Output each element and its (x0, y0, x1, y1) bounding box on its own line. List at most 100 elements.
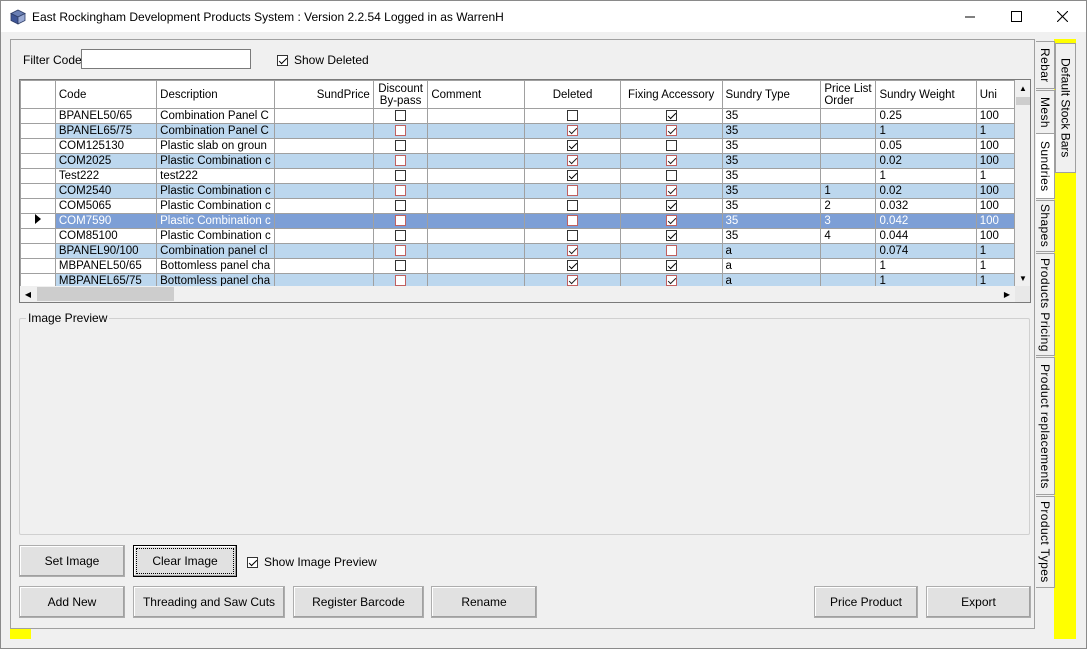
tab-default-stock-bars[interactable]: Default Stock Bars (1055, 43, 1076, 173)
row-header[interactable] (20, 273, 56, 286)
cell-unit[interactable]: 1 (975, 123, 1015, 139)
cell-deleted-checkbox[interactable] (567, 200, 579, 212)
cell-sundry-weight[interactable]: 0.032 (875, 198, 977, 214)
cell-deleted[interactable] (524, 183, 621, 199)
cell-discount-bypass[interactable] (372, 123, 429, 139)
table-row[interactable]: BPANEL50/65 Combination Panel C 35 0.25 100 (20, 108, 1015, 124)
cell-comment[interactable] (427, 153, 526, 169)
cell-discount-bypass-checkbox[interactable] (395, 275, 407, 286)
show-deleted-check-icon[interactable] (277, 54, 288, 66)
row-header[interactable] (20, 153, 56, 169)
cell-unit[interactable]: 100 (975, 108, 1015, 124)
cell-sundry-type[interactable]: 35 (721, 183, 822, 199)
cell-fixing-accessory[interactable] (619, 108, 723, 124)
set-image-button[interactable]: Set Image (19, 545, 125, 577)
cell-fixing-accessory[interactable] (619, 198, 723, 214)
cell-unit[interactable]: 100 (975, 138, 1015, 154)
column-header-comment[interactable]: Comment (427, 80, 526, 109)
cell-discount-bypass[interactable] (372, 273, 429, 286)
cell-description[interactable]: Plastic Combination c (156, 183, 275, 199)
cell-fixing-accessory[interactable] (619, 153, 723, 169)
cell-unit[interactable]: 1 (975, 243, 1015, 259)
cell-discount-bypass-checkbox[interactable] (395, 260, 407, 272)
cell-price-list-order[interactable]: 4 (820, 228, 877, 244)
cell-sundry-weight[interactable]: 1 (875, 168, 977, 184)
cell-deleted[interactable] (524, 258, 621, 274)
scroll-left-icon[interactable]: ◀ (20, 286, 36, 302)
cell-discount-bypass-checkbox[interactable] (395, 185, 407, 197)
row-header[interactable] (20, 213, 56, 229)
minimize-button[interactable] (947, 1, 993, 32)
cell-description[interactable]: Bottomless panel cha (156, 273, 275, 286)
cell-fixing-accessory[interactable] (619, 243, 723, 259)
cell-discount-bypass[interactable] (372, 108, 429, 124)
cell-discount-bypass[interactable] (372, 183, 429, 199)
cell-price-list-order[interactable] (820, 243, 877, 259)
show-image-preview-checkbox[interactable]: Show Image Preview (247, 555, 377, 569)
cell-discount-bypass-checkbox[interactable] (395, 140, 407, 152)
cell-deleted[interactable] (524, 153, 621, 169)
cell-deleted[interactable] (524, 123, 621, 139)
sundries-grid[interactable]: Code Description SundPrice Discount By-p… (19, 79, 1031, 303)
column-header-code[interactable]: Code (54, 80, 158, 109)
cell-description[interactable]: Plastic Combination c (156, 198, 275, 214)
vertical-scrollbar[interactable]: ▲ ▼ (1015, 80, 1030, 286)
cell-code[interactable]: MBPANEL65/75 (54, 273, 158, 286)
cell-deleted[interactable] (524, 108, 621, 124)
table-row[interactable]: COM5065 Plastic Combination c 35 2 0.032 100 (20, 198, 1015, 214)
tab-products-pricing[interactable]: Products Pricing (1036, 253, 1055, 356)
cell-discount-bypass[interactable] (372, 243, 429, 259)
column-header-deleted[interactable]: Deleted (524, 80, 621, 109)
cell-fixing-accessory-checkbox[interactable] (665, 245, 677, 257)
cell-fixing-accessory[interactable] (619, 228, 723, 244)
cell-sundprice[interactable] (273, 153, 374, 169)
cell-sundry-type[interactable]: a (721, 258, 822, 274)
cell-sundry-type[interactable]: 35 (721, 198, 822, 214)
table-row[interactable]: COM2540 Plastic Combination c 35 1 0.02 100 (20, 183, 1015, 199)
horizontal-scrollbar[interactable]: ◀ ▶ (20, 286, 1015, 302)
cell-sundprice[interactable] (273, 108, 374, 124)
tab-shapes[interactable]: Shapes (1036, 200, 1055, 252)
cell-discount-bypass-checkbox[interactable] (395, 215, 407, 227)
clear-image-button[interactable]: Clear Image (133, 545, 237, 577)
tab-product-types[interactable]: Product Types (1036, 496, 1055, 588)
cell-sundprice[interactable] (273, 213, 374, 229)
cell-deleted-checkbox[interactable] (567, 140, 579, 152)
cell-deleted-checkbox[interactable] (567, 170, 579, 182)
row-header[interactable] (20, 168, 56, 184)
cell-deleted-checkbox[interactable] (567, 110, 579, 122)
scroll-up-icon[interactable]: ▲ (1015, 80, 1030, 96)
table-row[interactable]: COM125130 Plastic slab on groun 35 0.05 100 (20, 138, 1015, 154)
cell-sundry-weight[interactable]: 0.05 (875, 138, 977, 154)
cell-fixing-accessory-checkbox[interactable] (665, 230, 677, 242)
table-row[interactable]: BPANEL90/100 Combination panel cl a 0.074 1 (20, 243, 1015, 259)
cell-fixing-accessory-checkbox[interactable] (665, 185, 677, 197)
cell-deleted[interactable] (524, 228, 621, 244)
row-header[interactable] (20, 258, 56, 274)
column-header-sundprice[interactable]: SundPrice (273, 80, 374, 109)
cell-price-list-order[interactable]: 3 (820, 213, 877, 229)
cell-fixing-accessory-checkbox[interactable] (665, 125, 677, 137)
cell-sundprice[interactable] (273, 258, 374, 274)
cell-comment[interactable] (427, 228, 526, 244)
table-row[interactable]: MBPANEL50/65 Bottomless panel cha a 1 1 (20, 258, 1015, 274)
cell-sundprice[interactable] (273, 273, 374, 286)
cell-sundry-weight[interactable]: 1 (875, 123, 977, 139)
cell-discount-bypass[interactable] (372, 258, 429, 274)
cell-sundry-type[interactable]: a (721, 273, 822, 286)
row-header[interactable] (20, 183, 56, 199)
table-row[interactable]: COM2025 Plastic Combination c 35 0.02 100 (20, 153, 1015, 169)
cell-sundry-type[interactable]: 35 (721, 228, 822, 244)
scroll-down-icon[interactable]: ▼ (1015, 270, 1030, 286)
cell-sundry-weight[interactable]: 0.02 (875, 153, 977, 169)
cell-comment[interactable] (427, 273, 526, 286)
cell-discount-bypass[interactable] (372, 198, 429, 214)
cell-description[interactable]: Plastic Combination c (156, 153, 275, 169)
cell-deleted-checkbox[interactable] (567, 230, 579, 242)
cell-sundry-type[interactable]: 35 (721, 108, 822, 124)
table-row[interactable]: COM85100 Plastic Combination c 35 4 0.044 100 (20, 228, 1015, 244)
cell-comment[interactable] (427, 168, 526, 184)
cell-deleted-checkbox[interactable] (567, 260, 579, 272)
cell-fixing-accessory[interactable] (619, 123, 723, 139)
cell-deleted[interactable] (524, 243, 621, 259)
